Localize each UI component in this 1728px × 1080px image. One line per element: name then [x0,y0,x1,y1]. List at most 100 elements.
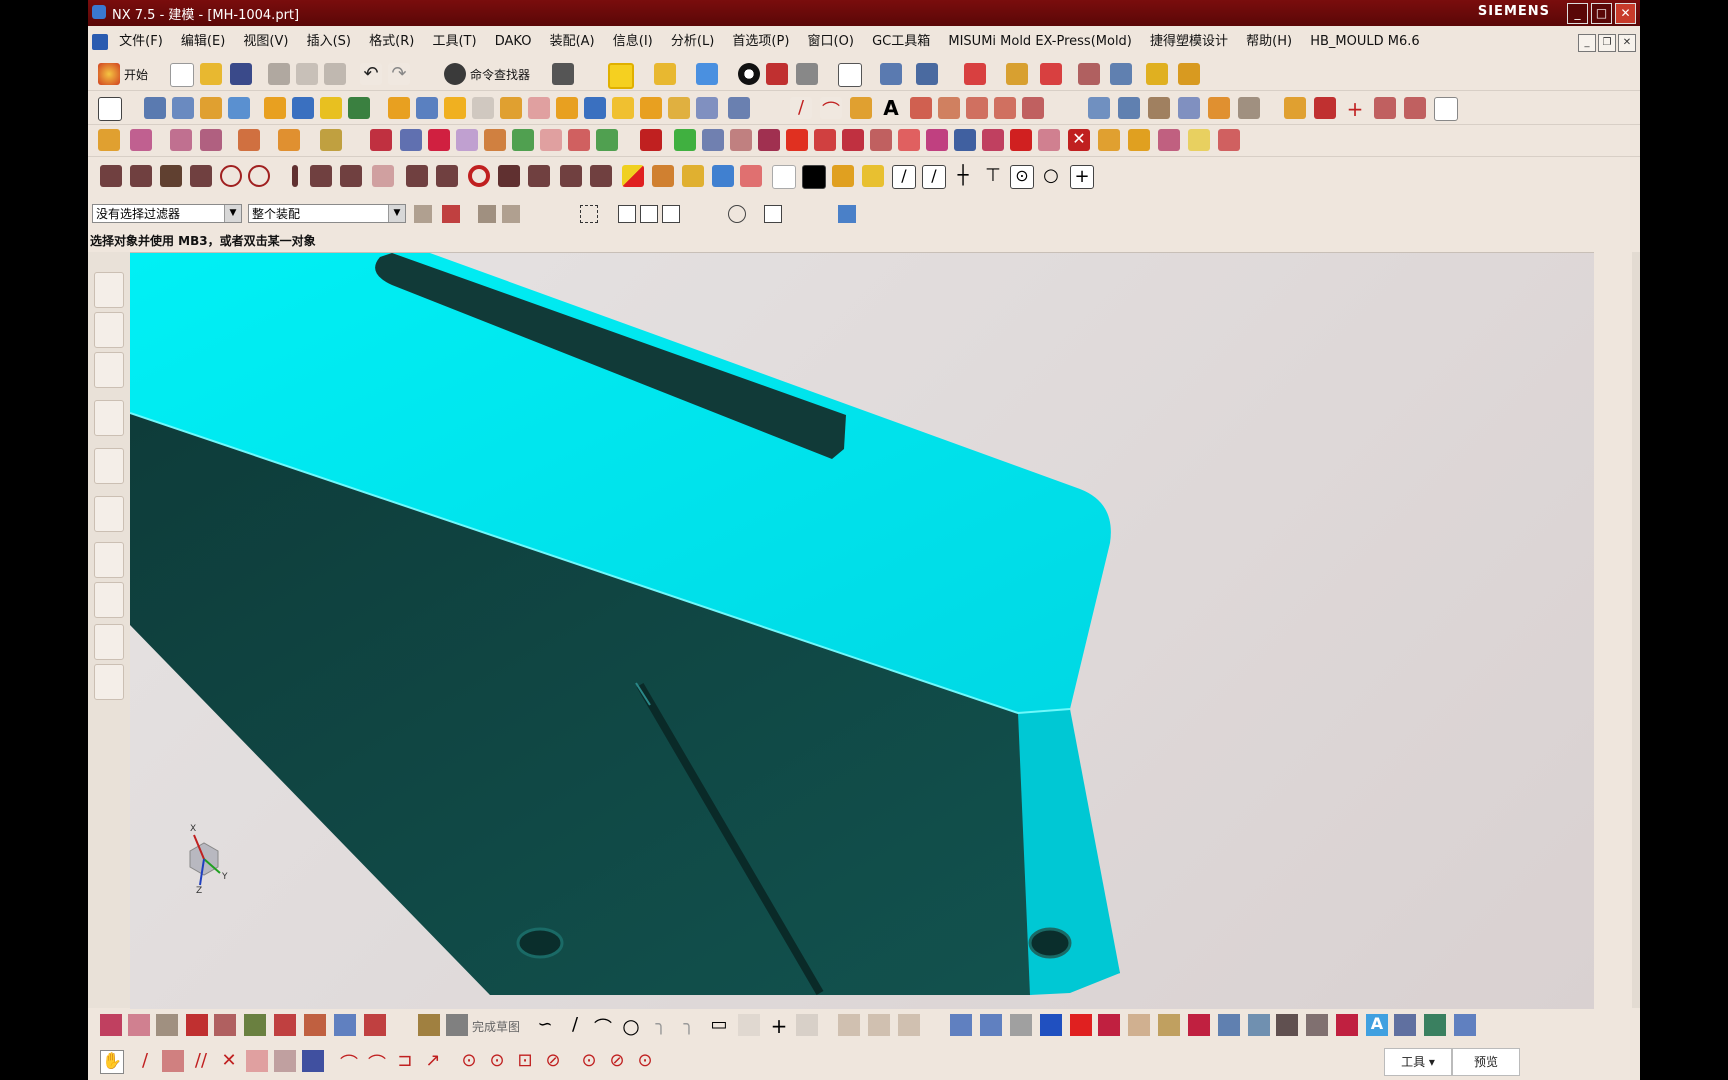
doc-minimize-button[interactable]: _ [1578,34,1596,52]
point-tangent-icon[interactable]: ⊙ [634,1050,656,1072]
redo-icon[interactable]: ↷ [388,63,410,85]
shading-icon[interactable] [738,63,760,85]
menu-edit[interactable]: 编辑(E) [174,30,232,54]
vector-icon[interactable] [1110,63,1132,85]
mold-analysis-icon[interactable] [1188,129,1210,151]
mold-init-icon[interactable] [400,129,422,151]
table-note-icon[interactable] [274,1014,296,1036]
menu-info[interactable]: 信息(I) [606,30,660,54]
text-icon[interactable]: A [880,97,902,119]
layer-icon[interactable] [654,63,676,85]
ejector-pin-icon[interactable] [702,129,724,151]
general-selection-icon[interactable] [442,205,460,223]
synchronous-icon[interactable] [728,97,750,119]
plate-hole-icon[interactable] [190,165,212,187]
point-set-icon[interactable]: ⊙ [458,1050,480,1072]
bridge-curve-icon[interactable] [938,97,960,119]
existing-point-icon[interactable]: + [1070,165,1094,189]
boss-icon[interactable] [228,97,250,119]
doc-close-button[interactable]: ✕ [1618,34,1636,52]
history-tab[interactable] [94,496,124,532]
ejector-icon[interactable] [340,165,362,187]
black-color-swatch[interactable] [802,165,826,189]
snap-point-icon[interactable] [964,63,986,85]
through-mesh-icon[interactable] [1118,97,1140,119]
menu-help[interactable]: 帮助(H) [1239,30,1299,54]
face-blend-icon[interactable] [1208,97,1230,119]
balloon-icon[interactable] [364,1014,386,1036]
curve-fillet-icon[interactable]: ⌒ [338,1050,360,1075]
pad-icon[interactable] [264,97,286,119]
point-ellipse-icon[interactable]: ⊘ [542,1050,564,1072]
pmi-icon[interactable] [128,1014,150,1036]
menu-insert[interactable]: 插入(S) [300,30,358,54]
save-icon[interactable] [230,63,252,85]
menu-format[interactable]: 格式(R) [362,30,421,54]
red-pin-icon[interactable] [1336,1014,1358,1036]
quick-extend-icon[interactable] [868,1014,890,1036]
maximize-button[interactable]: □ [1591,3,1612,24]
sketch-circle-icon[interactable]: ○ [620,1014,642,1038]
thicken-icon[interactable] [668,97,690,119]
tools-dropdown[interactable]: 工具 ▾ [1384,1048,1452,1076]
offset-face-icon[interactable] [500,97,522,119]
mate-component-icon[interactable] [170,129,192,151]
pillar-icon[interactable] [160,165,182,187]
bounded-plane-icon[interactable] [1238,97,1260,119]
curve-wave-icon[interactable] [246,1050,268,1072]
cavity-plate-icon[interactable] [130,165,152,187]
curve-line-icon[interactable]: / [134,1050,156,1072]
image-icon[interactable] [334,1014,356,1036]
box-icon[interactable] [712,165,734,187]
dimension-icon[interactable] [156,1014,178,1036]
trim-mold-icon[interactable] [898,129,920,151]
circle-icon[interactable] [220,165,242,187]
menu-tools[interactable]: 工具(T) [425,30,483,54]
gate-icon[interactable] [786,129,808,151]
wave-geometry-icon[interactable] [238,129,260,151]
layout-icon[interactable] [1454,1014,1476,1036]
hatch-icon[interactable] [1394,1014,1416,1036]
endpoint-snap-icon[interactable] [640,205,658,223]
center-point-icon[interactable]: ⊙ [1010,165,1034,189]
shell-icon[interactable] [444,97,466,119]
menu-file[interactable]: 文件(F) [112,30,170,54]
curve-extend-icon[interactable]: ↗ [422,1050,444,1072]
orient-view-icon[interactable] [880,63,902,85]
continuous-dim-icon[interactable] [1188,1014,1210,1036]
unite-icon[interactable] [348,97,370,119]
render-style-icon[interactable] [608,63,634,89]
cooling-icon[interactable] [842,129,864,151]
parts-list-icon[interactable] [304,1014,326,1036]
graphics-window[interactable]: X Y Z [130,252,1594,1009]
sprue-bushing-icon[interactable] [498,165,520,187]
line-snap-icon[interactable]: / [892,165,916,189]
book-icon[interactable] [1424,1014,1446,1036]
sketch-icon[interactable] [98,97,122,121]
explode-icon[interactable] [278,129,300,151]
sketch-arc-icon[interactable]: ⌒ [592,1014,614,1039]
menu-misumi[interactable]: MISUMi Mold EX-Press(Mold) [941,30,1139,54]
static-wireframe-icon[interactable] [796,63,818,85]
new-file-icon[interactable] [170,63,194,87]
hand-select-icon[interactable]: ✋ [100,1050,124,1074]
casting-process-icon[interactable] [1098,129,1120,151]
inferred-constraint-icon[interactable] [1128,1014,1150,1036]
menu-gc-toolbox[interactable]: GC工具箱 [865,30,937,54]
datum-csys-icon[interactable] [320,97,342,119]
profile-icon[interactable]: ∽ [534,1014,556,1036]
part-model[interactable] [130,253,1594,1009]
curve-length-icon[interactable] [1374,97,1396,119]
line-icon[interactable]: / [790,97,812,119]
cut-icon[interactable] [268,63,290,85]
finish-sketch-icon[interactable] [446,1014,468,1036]
project-curve-icon[interactable] [966,97,988,119]
point-icon[interactable] [850,97,872,119]
split-curve-icon[interactable]: + [1344,97,1366,121]
revolve-icon[interactable] [172,97,194,119]
sequence-icon[interactable] [320,129,342,151]
extract-curve-icon[interactable] [1022,97,1044,119]
mold-trim-icon[interactable] [1218,129,1240,151]
constraint-icon[interactable] [950,1014,972,1036]
hand-icon[interactable] [682,165,704,187]
